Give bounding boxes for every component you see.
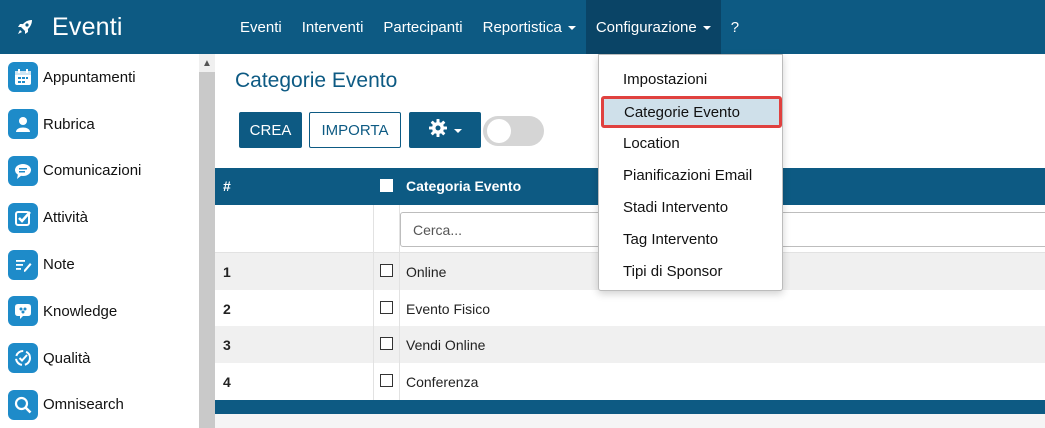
nav-item-label: Partecipanti: [383, 18, 463, 36]
nav-item-help[interactable]: ?: [721, 0, 749, 54]
sidebar-item-label: Note: [43, 256, 75, 274]
nav-item-label: Configurazione: [595, 18, 697, 36]
calendar-icon: [8, 62, 38, 93]
sidebar: Appuntamenti Rubrica Comunicazioni Attiv…: [0, 54, 215, 428]
page-title: Categorie Evento: [235, 69, 398, 92]
configurazione-dropdown-menu: Impostazioni Categorie Evento Location P…: [598, 54, 783, 291]
checkbox-icon: [8, 202, 38, 233]
nav-item-interventi[interactable]: Interventi: [292, 0, 374, 54]
sidebar-item-qualita[interactable]: Qualità: [0, 335, 199, 382]
row-category: Conferenza: [406, 373, 479, 390]
caret-down-icon: [454, 129, 462, 133]
sidebar-item-omnisearch[interactable]: Omnisearch: [0, 382, 199, 428]
contacts-icon: [8, 109, 38, 140]
nav-item-partecipanti[interactable]: Partecipanti: [373, 0, 472, 54]
row-checkbox[interactable]: [380, 373, 393, 387]
row-checkbox[interactable]: [380, 337, 393, 350]
sidebar-item-attivita[interactable]: Attività: [0, 194, 199, 241]
row-category: Vendi Online: [406, 337, 486, 353]
caret-down-icon: [702, 26, 711, 30]
menu-item-tipi-di-sponsor[interactable]: Tipi di Sponsor: [599, 255, 784, 287]
column-divider: [399, 205, 400, 400]
column-divider: [373, 205, 374, 253]
settings-dropdown-button[interactable]: [409, 112, 481, 148]
row-number: 1: [223, 264, 231, 280]
sidebar-item-note[interactable]: Note: [0, 241, 199, 288]
sidebar-list: Appuntamenti Rubrica Comunicazioni Attiv…: [0, 54, 199, 428]
menu-item-impostazioni[interactable]: Impostazioni: [599, 63, 784, 95]
sidebar-item-label: Qualità: [43, 349, 91, 367]
sidebar-item-label: Comunicazioni: [43, 162, 142, 180]
column-divider: [373, 253, 374, 400]
nav-item-configurazione[interactable]: Configurazione: [585, 0, 721, 54]
select-all-checkbox[interactable]: [380, 179, 393, 192]
app-title: Eventi: [52, 12, 123, 41]
sidebar-item-label: Attività: [43, 209, 89, 227]
brand[interactable]: Eventi: [0, 0, 215, 54]
nav-item-eventi[interactable]: Eventi: [230, 0, 292, 54]
nav-item-label: ?: [730, 18, 740, 36]
column-header-category[interactable]: Categoria Evento: [406, 178, 521, 194]
sidebar-item-comunicazioni[interactable]: Comunicazioni: [0, 148, 199, 195]
toggle-switch[interactable]: [483, 116, 544, 146]
column-header-number: #: [223, 178, 231, 194]
nav-item-reportistica[interactable]: Reportistica: [473, 0, 586, 54]
chat-icon: [8, 155, 38, 186]
table-footer: [215, 400, 1045, 414]
rocket-icon: [14, 16, 36, 38]
sidebar-item-label: Appuntamenti: [43, 68, 136, 86]
table-row[interactable]: 3 Vendi Online: [215, 326, 1045, 363]
nav-item-label: Eventi: [240, 18, 282, 36]
sidebar-scrollbar[interactable]: ▲: [199, 54, 215, 428]
quality-icon: [8, 343, 38, 374]
sidebar-item-label: Knowledge: [43, 302, 118, 320]
nav-item-label: Reportistica: [482, 18, 562, 36]
menu-item-pianificazioni-email[interactable]: Pianificazioni Email: [599, 159, 784, 191]
menu-item-stadi-intervento[interactable]: Stadi Intervento: [599, 191, 784, 223]
gear-icon: [428, 118, 448, 142]
note-icon: [8, 249, 38, 280]
scroll-up-arrow-icon[interactable]: ▲: [199, 54, 215, 72]
row-number: 2: [223, 300, 231, 317]
sidebar-item-knowledge[interactable]: Knowledge: [0, 288, 199, 335]
menu-item-tag-intervento[interactable]: Tag Intervento: [599, 223, 784, 255]
row-category: Evento Fisico: [406, 300, 491, 317]
create-button[interactable]: CREA: [239, 112, 302, 148]
search-icon: [8, 389, 38, 420]
table-row[interactable]: 4 Conferenza: [215, 362, 1045, 399]
main-nav: Eventi Interventi Partecipanti Reportist…: [230, 0, 749, 54]
sidebar-item-appuntamenti[interactable]: Appuntamenti: [0, 54, 199, 101]
menu-item-categorie-evento[interactable]: Categorie Evento: [601, 96, 782, 128]
nav-item-label: Interventi: [301, 18, 364, 36]
brain-icon: [8, 296, 38, 327]
import-button[interactable]: IMPORTA: [309, 112, 401, 148]
sidebar-item-rubrica[interactable]: Rubrica: [0, 101, 199, 148]
sidebar-item-label: Rubrica: [43, 115, 95, 133]
toggle-knob: [487, 119, 511, 143]
sidebar-item-label: Omnisearch: [43, 396, 124, 414]
row-number: 3: [223, 337, 231, 353]
top-navbar: Eventi Eventi Interventi Partecipanti Re…: [0, 0, 1045, 54]
menu-item-location[interactable]: Location: [599, 127, 784, 159]
caret-down-icon: [567, 26, 576, 30]
row-checkbox[interactable]: [380, 264, 393, 277]
row-checkbox[interactable]: [380, 300, 393, 314]
table-row[interactable]: 2 Evento Fisico: [215, 289, 1045, 326]
row-number: 4: [223, 373, 231, 390]
footer-area: [215, 414, 1045, 428]
row-category: Online: [406, 264, 447, 280]
